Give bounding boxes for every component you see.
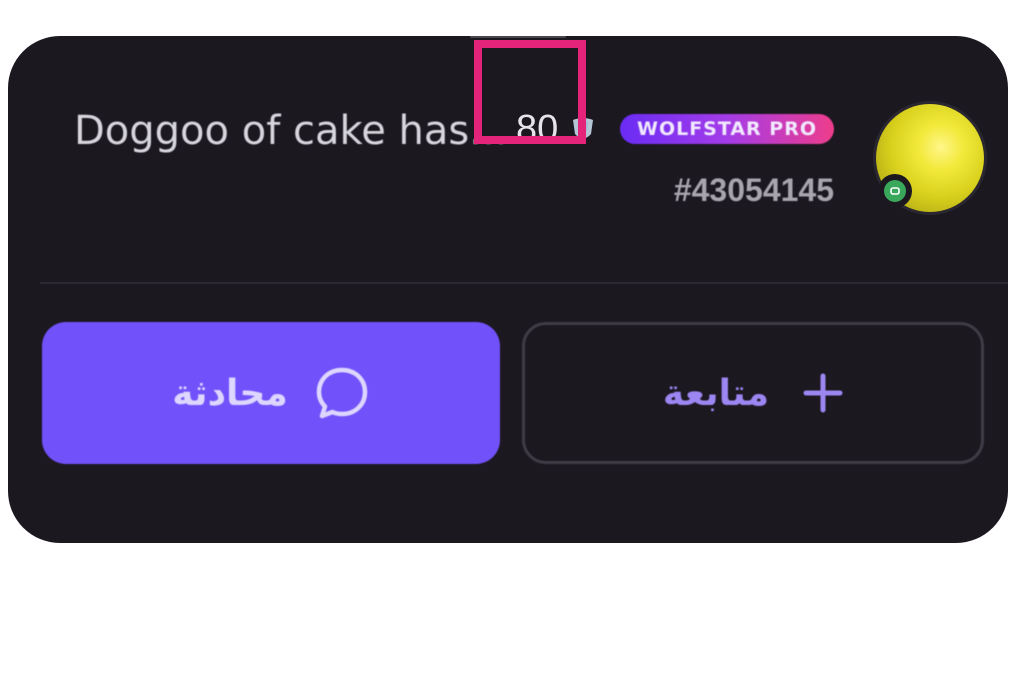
level-highlight-box <box>474 40 586 144</box>
chat-button-label: محادثة <box>172 372 288 414</box>
chat-button[interactable]: محادثة <box>42 322 500 464</box>
plus-icon <box>803 373 843 413</box>
username: Doggoo of cake has... <box>74 108 508 154</box>
follow-button[interactable]: متابعة <box>522 322 984 464</box>
online-status-icon <box>878 174 912 208</box>
wolfstar-pro-badge: WOLFSTAR PRO <box>620 114 834 144</box>
divider <box>40 282 1008 284</box>
top-notch <box>470 36 566 38</box>
user-id: #43054145 <box>673 172 834 208</box>
follow-button-label: متابعة <box>662 372 770 414</box>
chat-bubble-icon <box>314 365 370 421</box>
